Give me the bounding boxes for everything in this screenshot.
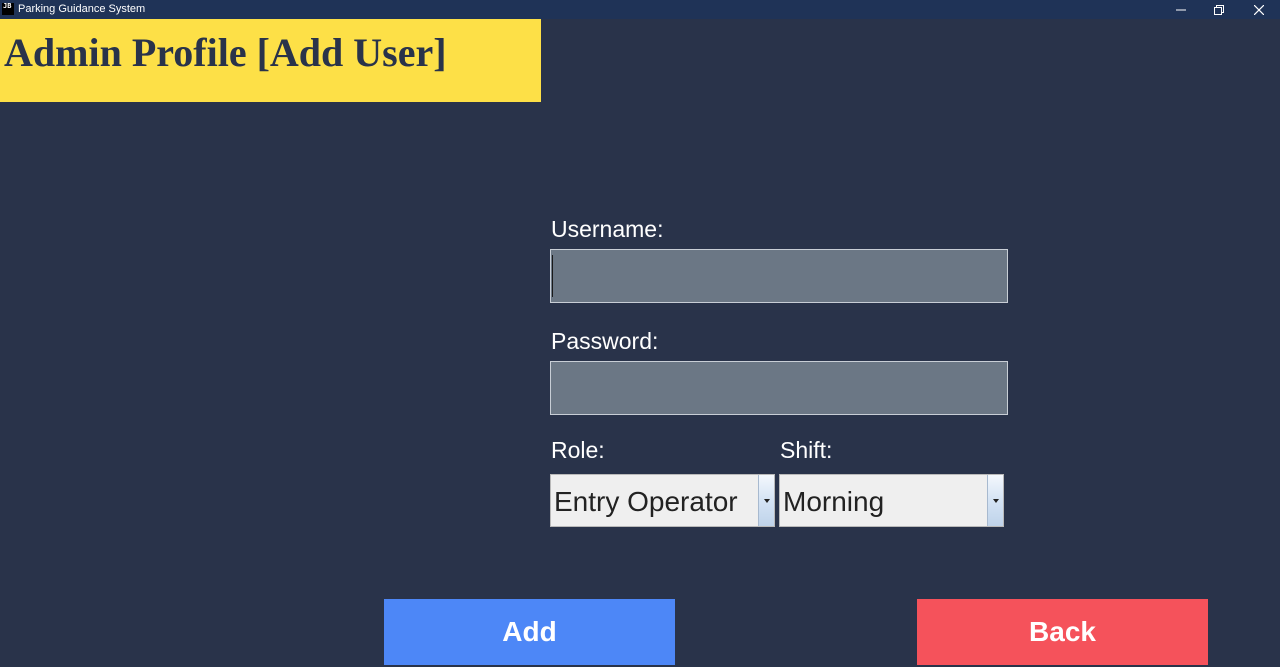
shift-select[interactable]: Morning [779,474,1004,527]
role-dropdown-button[interactable] [758,475,774,526]
shift-label: Shift: [780,437,833,463]
shift-dropdown-button[interactable] [987,475,1003,526]
minimize-icon [1176,9,1186,10]
password-label: Password: [551,328,659,354]
role-select[interactable]: Entry Operator [550,474,775,527]
restore-icon [1214,4,1224,15]
header-banner: Admin Profile [Add User] [0,19,541,102]
add-button[interactable]: Add [384,599,675,665]
app-window: JB Parking Guidance System Admin Profile… [0,0,1280,667]
window-title: Parking Guidance System [18,3,146,15]
back-button[interactable]: Back [917,599,1208,665]
text-caret [552,255,553,297]
shift-selected-value: Morning [783,486,885,517]
restore-button[interactable] [1200,0,1238,19]
password-input[interactable] [550,361,1008,415]
role-label: Role: [551,437,605,463]
role-selected-value: Entry Operator [554,486,738,517]
close-icon [1254,4,1264,15]
app-icon: JB [2,3,14,15]
page-title: Admin Profile [Add User] [4,30,447,75]
minimize-button[interactable] [1162,0,1200,19]
username-input[interactable] [550,249,1008,303]
close-button[interactable] [1240,0,1278,19]
username-label: Username: [551,216,664,242]
chevron-down-icon [992,498,999,503]
title-bar: JB Parking Guidance System [0,0,1280,19]
chevron-down-icon [763,498,770,503]
